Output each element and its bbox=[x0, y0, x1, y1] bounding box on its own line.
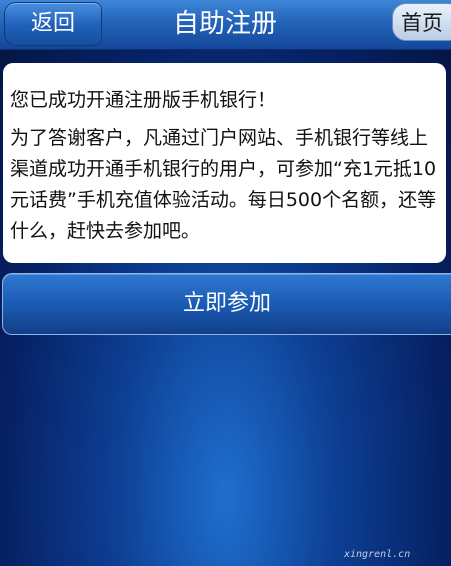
header-bar: 返回 自助注册 首页 bbox=[0, 0, 451, 50]
home-button[interactable]: 首页 bbox=[392, 3, 451, 41]
join-now-button[interactable]: 立即参加 bbox=[2, 273, 451, 335]
watermark-text: xingrenl.cn bbox=[344, 549, 411, 560]
success-headline: 您已成功开通注册版手机银行！ bbox=[10, 89, 277, 111]
page-title: 自助注册 bbox=[172, 9, 277, 39]
promotion-text: 为了答谢客户，凡通过门户网站、手机银行等线上渠道成功开通手机银行的用户，可参加“… bbox=[10, 127, 437, 242]
message-card: 您已成功开通注册版手机银行！ 为了答谢客户，凡通过门户网站、手机银行等线上渠道成… bbox=[3, 63, 446, 263]
back-button[interactable]: 返回 bbox=[4, 2, 102, 46]
